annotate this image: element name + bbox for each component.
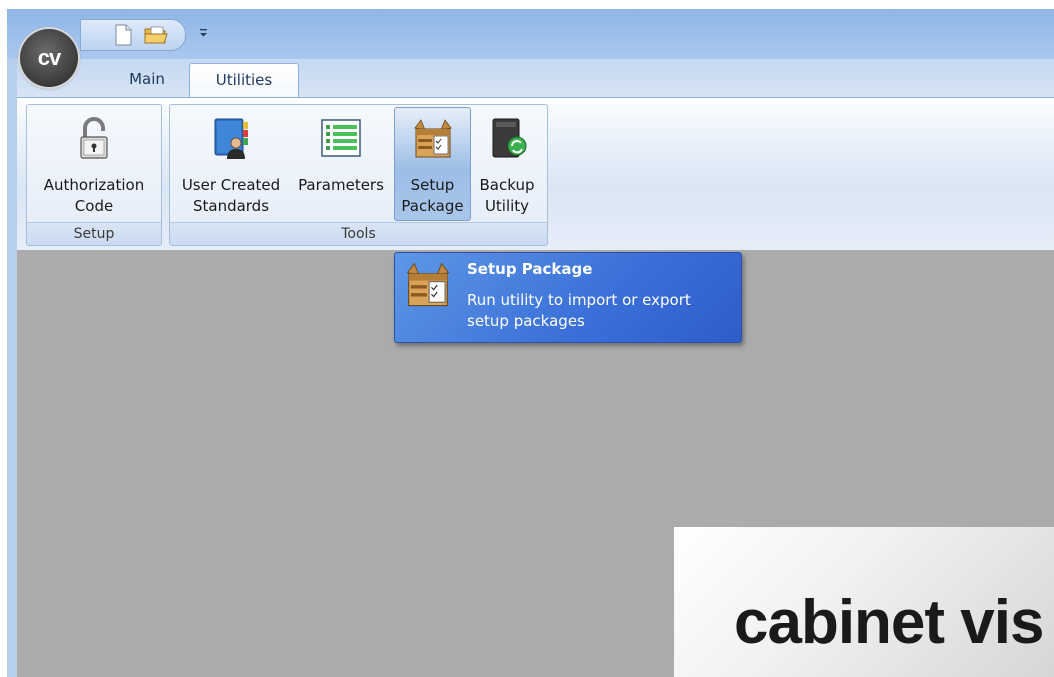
chevron-down-icon xyxy=(200,29,207,37)
application-button[interactable]: cv xyxy=(20,29,78,87)
group-label-tools: Tools xyxy=(170,222,547,245)
ribbon-panel: Authorization Code Setup User Created St… xyxy=(17,97,1054,251)
list-icon xyxy=(321,119,361,157)
title-bar xyxy=(7,9,1054,59)
package-icon xyxy=(406,262,450,307)
splash-logo: cabinet vis xyxy=(674,527,1054,677)
button-label-line: Code xyxy=(74,197,114,215)
new-document-icon xyxy=(115,24,132,46)
tab-label: Main xyxy=(129,70,165,88)
backup-utility-button[interactable]: Backup Utility xyxy=(471,107,543,221)
app-window: cv Main Utilities Authorization Code Set… xyxy=(7,9,1054,677)
open-folder-icon xyxy=(144,26,168,44)
button-label-line: Package xyxy=(401,197,464,215)
backup-icon xyxy=(492,118,527,158)
tooltip-description: Run utility to import or export setup pa… xyxy=(467,291,691,330)
padlock-icon xyxy=(80,117,108,159)
package-icon xyxy=(413,119,452,158)
tooltip-title: Setup Package xyxy=(467,260,593,278)
user-created-standards-button[interactable]: User Created Standards xyxy=(174,107,288,221)
new-document-button[interactable] xyxy=(111,23,135,47)
tab-label: Utilities xyxy=(215,71,273,89)
authorization-code-button[interactable]: Authorization Code xyxy=(29,107,159,221)
button-label-line: Utility xyxy=(484,197,530,215)
button-label-line: User Created xyxy=(181,176,281,194)
ribbon-group-setup: Authorization Code Setup xyxy=(26,104,162,246)
parameters-button[interactable]: Parameters xyxy=(288,107,394,221)
splash-text: cabinet vis xyxy=(734,588,1044,657)
quick-access-toolbar xyxy=(80,19,186,51)
tooltip-setup-package: Setup Package Run utility to import or e… xyxy=(394,252,742,343)
button-label-line: Setup xyxy=(410,176,455,194)
customize-quick-access-button[interactable] xyxy=(197,23,211,43)
tab-utilities[interactable]: Utilities xyxy=(189,63,299,97)
setup-package-button[interactable]: Setup Package xyxy=(394,107,471,221)
button-label-line: Parameters xyxy=(298,176,384,194)
button-label-line: Backup xyxy=(479,176,535,194)
tab-main[interactable]: Main xyxy=(107,63,187,96)
user-book-icon xyxy=(214,118,248,159)
open-folder-button[interactable] xyxy=(143,23,168,47)
app-logo: cv xyxy=(37,45,62,70)
ribbon-tabs: Main Utilities xyxy=(17,59,1054,97)
group-label-setup: Setup xyxy=(27,222,161,245)
ribbon-group-tools: User Created Standards Parameters Setup … xyxy=(169,104,548,246)
button-label-line: Authorization xyxy=(43,176,145,194)
button-label-line: Standards xyxy=(192,197,270,215)
